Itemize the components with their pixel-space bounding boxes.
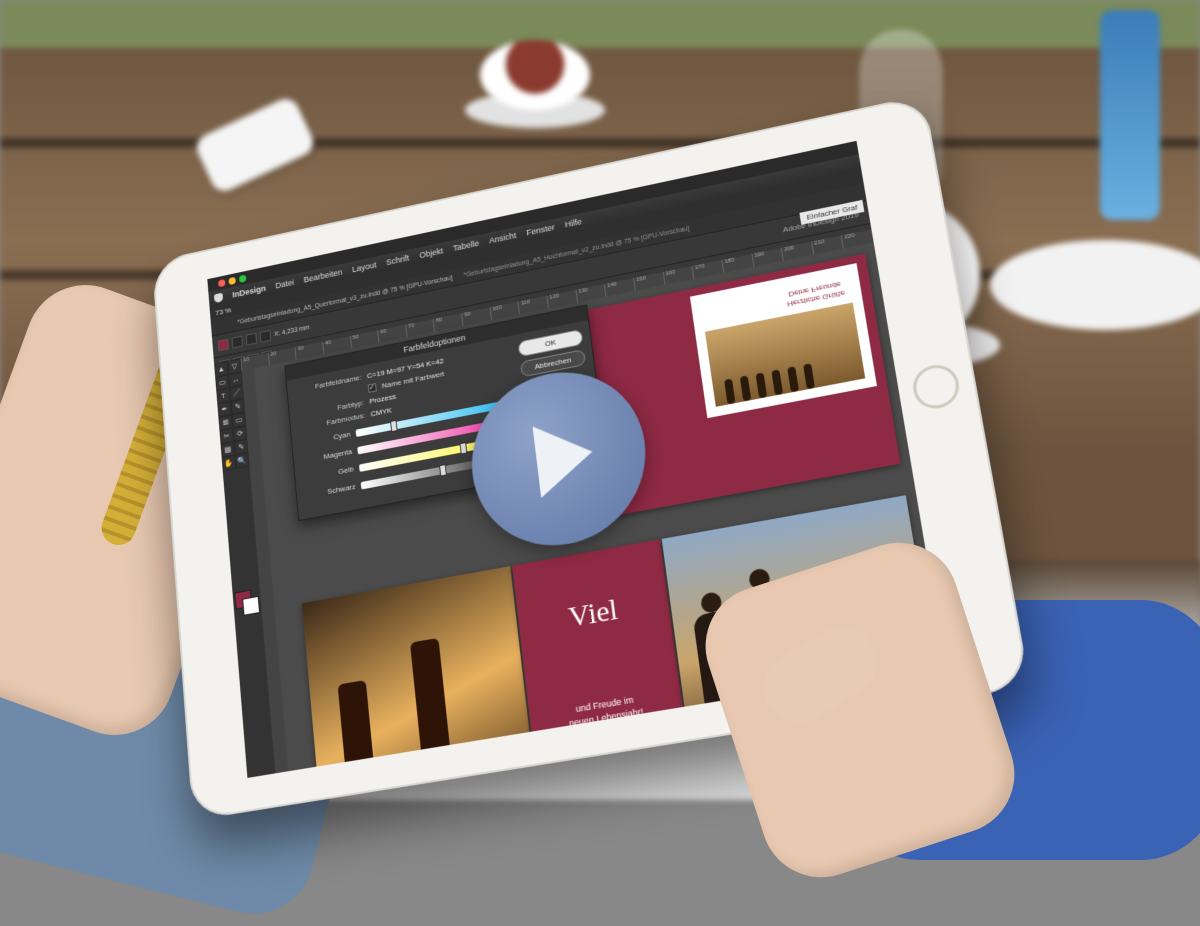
espresso-cup (480, 40, 590, 110)
layout-page-bottom-left[interactable] (302, 566, 537, 778)
apple-icon[interactable] (214, 293, 223, 304)
close-dot-icon[interactable] (218, 279, 226, 287)
menu-item[interactable]: Hilfe (564, 217, 582, 229)
play-icon (533, 416, 597, 498)
bottle-graphic-icon (410, 638, 454, 778)
control-chip[interactable] (232, 336, 243, 349)
menu-item[interactable]: Objekt (419, 246, 444, 260)
zoom-tool-icon[interactable]: 🔍 (235, 453, 250, 469)
color-type-select[interactable]: Prozess (369, 392, 396, 405)
placed-photo (705, 302, 865, 406)
subline-text: und Freude im neuen Lebensjahr! (529, 686, 683, 736)
slider-label: Gelb (304, 465, 354, 483)
tablet-home-button[interactable] (910, 361, 963, 412)
water-bottle (1100, 10, 1160, 220)
hand-tool-icon[interactable]: ✋ (222, 455, 236, 471)
slider-label: Cyan (301, 430, 351, 448)
headline-text: Viel (517, 584, 670, 643)
layout-page-bottom-mid[interactable]: Viel und Freude im neuen Lebensjahr! (512, 539, 691, 778)
menu-item[interactable]: Layout (352, 260, 377, 274)
control-chip[interactable] (246, 333, 257, 346)
zoom-dot-icon[interactable] (239, 274, 247, 282)
card-text: Herzliche Grüße Deine Freunde (785, 277, 846, 308)
minimize-dot-icon[interactable] (228, 276, 236, 284)
color-mode-select[interactable]: CMYK (370, 406, 392, 418)
coord-readout: X: 4,233 mm (274, 324, 310, 337)
menu-item[interactable]: Datei (275, 278, 294, 291)
bottle-graphic-icon (338, 680, 378, 778)
fill-stroke-swatch[interactable] (232, 586, 262, 629)
menu-item[interactable]: Schrift (386, 253, 410, 267)
control-chip[interactable] (260, 330, 272, 343)
name-with-value-checkbox[interactable] (368, 383, 377, 393)
fill-swatch-icon[interactable] (218, 339, 229, 352)
slider-label: Schwarz (306, 482, 356, 500)
photo-frame[interactable]: Herzliche Grüße Deine Freunde (690, 263, 877, 418)
slider-label: Magenta (303, 447, 353, 465)
